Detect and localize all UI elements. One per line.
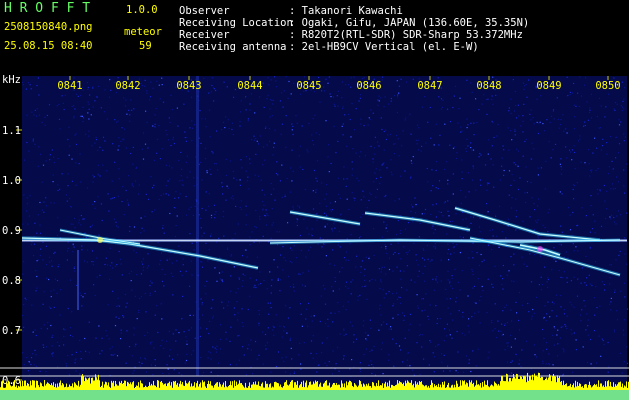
info-value-observer: : Takanori Kawachi [289, 5, 403, 17]
info-label-receiver: Receiver [179, 29, 230, 41]
level-floor [0, 390, 629, 400]
x-tick-label: 0843 [176, 80, 201, 92]
x-tick-label: 0848 [476, 80, 501, 92]
y-tick-label: 1.0 [2, 175, 21, 187]
meteor-count: 59 [139, 40, 152, 52]
y-tick-label: 0.9 [2, 225, 21, 237]
app-version: 1.0.0 [126, 4, 158, 16]
echo-hotspot [97, 237, 103, 243]
x-tick-label: 0842 [115, 80, 140, 92]
x-tick-label: 0849 [536, 80, 561, 92]
info-label-observer: Observer [179, 5, 230, 17]
file-name: 2508150840.png [4, 21, 93, 33]
y-tick-label: 1.1 [2, 125, 21, 137]
meteor-label: meteor [124, 26, 162, 38]
y-axis-unit: kHz [2, 74, 21, 86]
info-label-location: Receiving Location [179, 17, 293, 29]
y-tick-label: 0.7 [2, 325, 21, 337]
echo-hotspot [537, 246, 543, 252]
x-tick-label: 0844 [237, 80, 262, 92]
faint-vertical-echo [77, 250, 79, 310]
info-value-receiver: : R820T2(RTL-SDR) SDR-Sharp 53.372MHz [289, 29, 523, 41]
x-tick-label: 0845 [296, 80, 321, 92]
info-label-antenna: Receiving antenna [179, 41, 287, 53]
hrofft-screen: 0841 0842 0843 0844 0845 0846 0847 0848 0849 0850… [0, 0, 629, 400]
y-tick-label: 0.6 [2, 375, 21, 387]
interference-column [196, 76, 199, 376]
x-tick-label: 0841 [57, 80, 82, 92]
spectrogram-svg: 0841 0842 0843 0844 0845 0846 0847 0848 0849 0850… [0, 76, 629, 400]
x-tick-label: 0850 [595, 80, 620, 92]
y-tick-label: 0.8 [2, 275, 21, 287]
file-datetime: 25.08.15 08:40 [4, 40, 93, 52]
info-value-antenna: : 2el-HB9CV Vertical (el. E-W) [289, 41, 479, 53]
x-tick-label: 0847 [417, 80, 442, 92]
info-value-location: : Ogaki, Gifu, JAPAN (136.60E, 35.35N) [289, 17, 530, 29]
app-name: H R O F F T [4, 1, 91, 16]
x-tick-label: 0846 [356, 80, 381, 92]
